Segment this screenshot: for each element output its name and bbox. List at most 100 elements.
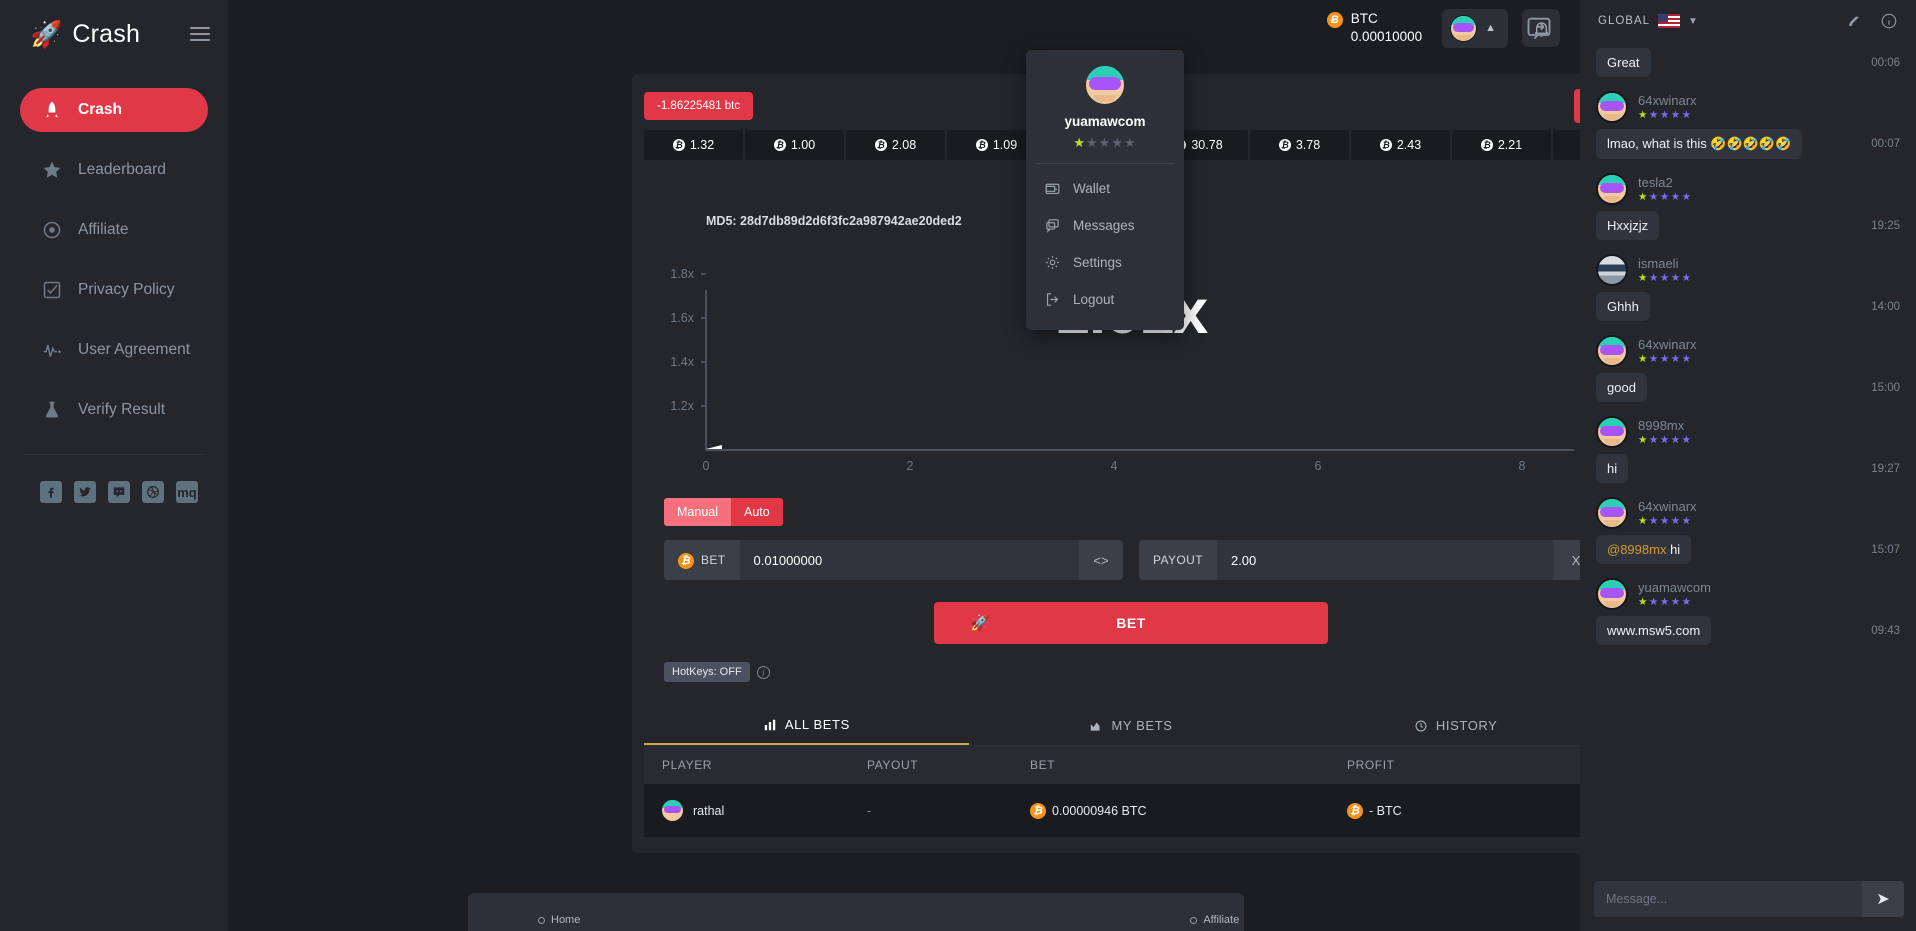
column-header-profit: PROFIT xyxy=(1347,758,1600,772)
sidebar: 🚀 Crash Crash Leaderboard Aff xyxy=(0,0,228,931)
avatar[interactable] xyxy=(1596,254,1628,286)
message-rating: ★★★★★ xyxy=(1638,596,1711,608)
payout-field: PAYOUT X xyxy=(1139,540,1598,580)
avatar[interactable] xyxy=(1596,91,1628,123)
tab-my-bets[interactable]: MY BETS xyxy=(969,704,1294,745)
message-rating: ★★★★★ xyxy=(1638,353,1697,365)
sidebar-item-crash[interactable]: Crash xyxy=(20,88,208,132)
bet-button[interactable]: 🚀 BET xyxy=(934,602,1328,644)
mq-icon[interactable]: mq xyxy=(176,481,198,503)
footer-link-home[interactable]: Home xyxy=(538,909,580,931)
history-item[interactable]: ₿2.21 xyxy=(1452,130,1551,160)
brand: 🚀 Crash xyxy=(0,6,228,62)
message-text: www.msw5.com xyxy=(1596,616,1711,645)
avatar[interactable] xyxy=(1596,497,1628,529)
history-item[interactable]: ₿1.32 xyxy=(644,130,743,160)
dropdown-item-settings[interactable]: Settings xyxy=(1026,244,1184,281)
bet-amount-input[interactable] xyxy=(740,540,1079,580)
swap-icon[interactable]: <> xyxy=(1079,540,1123,580)
footer-link-affiliate[interactable]: Affiliate xyxy=(1190,909,1239,931)
sidebar-item-privacy-policy[interactable]: Privacy Policy xyxy=(20,268,208,312)
payout-input[interactable] xyxy=(1217,540,1554,580)
chat-messages[interactable]: Great 00:06 64xwinarx ★★★★★ xyxy=(1580,42,1916,871)
bitcoin-icon: ₿ xyxy=(673,139,685,151)
hamburger-menu-button[interactable] xyxy=(190,27,210,41)
logout-icon xyxy=(1044,291,1061,308)
sidebar-item-affiliate[interactable]: Affiliate xyxy=(20,208,208,252)
us-flag-icon[interactable] xyxy=(1658,14,1680,28)
message-rating: ★★★★★ xyxy=(1638,191,1693,203)
send-icon[interactable]: ➤ xyxy=(1862,881,1904,917)
bitcoin-icon: ₿ xyxy=(875,139,887,151)
history-item[interactable]: ₿2.43 xyxy=(1351,130,1450,160)
message-username[interactable]: 64xwinarx xyxy=(1638,337,1697,352)
chevron-up-icon: ▲ xyxy=(1485,22,1496,34)
cell-player: rathal xyxy=(662,800,867,821)
y-tick-label: 1.2x xyxy=(670,399,694,413)
flask-icon xyxy=(42,400,62,420)
message-body: hi xyxy=(1670,542,1680,557)
user-menu-button[interactable]: ▲ xyxy=(1442,9,1508,48)
bitcoin-icon: ₿ xyxy=(976,139,988,151)
sidebar-item-verify-result[interactable]: Verify Result xyxy=(20,388,208,432)
discord-icon[interactable] xyxy=(108,481,130,503)
sidebar-item-label: User Agreement xyxy=(78,341,190,359)
twitter-icon[interactable] xyxy=(74,481,96,503)
avatar[interactable] xyxy=(1596,578,1628,610)
hotkeys-toggle[interactable]: HotKeys: OFF xyxy=(664,662,750,682)
message-username[interactable]: 64xwinarx xyxy=(1638,499,1697,514)
hotkeys-row: HotKeys: OFF i xyxy=(664,662,1618,682)
chat-message: ismaeli ★★★★★ Ghhh 14:00 xyxy=(1596,254,1900,321)
tab-history[interactable]: HISTORY xyxy=(1293,704,1618,745)
facebook-icon[interactable] xyxy=(40,481,62,503)
avatar[interactable] xyxy=(1596,173,1628,205)
cell-profit: ₿ - BTC xyxy=(1347,803,1600,819)
dropdown-item-messages[interactable]: Messages xyxy=(1026,207,1184,244)
message-time: 14:00 xyxy=(1871,301,1900,313)
tab-label: HISTORY xyxy=(1436,718,1498,733)
dribbble-icon[interactable] xyxy=(142,481,164,503)
tab-all-bets[interactable]: ALL BETS xyxy=(644,704,969,745)
mode-manual-button[interactable]: Manual xyxy=(664,498,731,526)
message-username[interactable]: ismaeli xyxy=(1638,256,1693,271)
sidebar-item-leaderboard[interactable]: Leaderboard xyxy=(20,148,208,192)
chat-panel: GLOBAL ▼ Great 00:06 xyxy=(1580,0,1916,931)
bet-mode-tabs: Manual Auto xyxy=(664,498,1618,526)
message-username[interactable]: tesla2 xyxy=(1638,175,1693,190)
chat-header: GLOBAL ▼ xyxy=(1580,0,1916,42)
info-icon[interactable] xyxy=(1880,12,1898,30)
column-header-payout: PAYOUT xyxy=(867,758,1030,772)
chat-toggle-icon xyxy=(1525,14,1553,42)
footer: Home Affiliate xyxy=(468,893,1244,931)
message-mention[interactable]: @8998mx xyxy=(1607,542,1666,557)
tab-label: ALL BETS xyxy=(785,717,850,732)
app-root: 🚀 Crash Crash Leaderboard Aff xyxy=(0,0,1916,931)
balance-display: Ƀ BTC 0.00010000 xyxy=(1327,10,1422,46)
wallet-icon xyxy=(1044,180,1061,197)
dropdown-item-logout[interactable]: Logout xyxy=(1026,281,1184,318)
dropdown-item-label: Wallet xyxy=(1073,181,1110,196)
info-icon[interactable]: i xyxy=(757,666,770,679)
dropdown-item-wallet[interactable]: Wallet xyxy=(1026,170,1184,207)
message-username[interactable]: yuamawcom xyxy=(1638,580,1711,595)
mode-auto-button[interactable]: Auto xyxy=(731,498,783,526)
message-text: hi xyxy=(1596,454,1628,483)
chat-message-input[interactable] xyxy=(1594,881,1862,917)
history-item[interactable]: ₿2.08 xyxy=(846,130,945,160)
sidebar-item-user-agreement[interactable]: User Agreement xyxy=(20,328,208,372)
message-username[interactable]: 8998mx xyxy=(1638,418,1693,433)
chat-toggle-button[interactable] xyxy=(1522,12,1556,44)
message-username[interactable]: 64xwinarx xyxy=(1638,93,1697,108)
bitcoin-icon: ₿ xyxy=(678,553,694,569)
chevron-down-icon[interactable]: ▼ xyxy=(1688,16,1698,27)
message-rating: ★★★★★ xyxy=(1638,272,1693,284)
x-tick-label: 6 xyxy=(1315,459,1322,473)
rocket-icon: 🚀 xyxy=(970,613,990,633)
avatar[interactable] xyxy=(1596,416,1628,448)
loss-badge: -1.86225481 btc xyxy=(644,92,753,120)
rocket-icon[interactable] xyxy=(1846,12,1864,30)
table-row[interactable]: rathal - ₿ 0.00000946 BTC ₿ - BTC xyxy=(644,784,1618,837)
avatar[interactable] xyxy=(1596,335,1628,367)
history-item[interactable]: ₿1.00 xyxy=(745,130,844,160)
history-item[interactable]: ₿3.78 xyxy=(1250,130,1349,160)
